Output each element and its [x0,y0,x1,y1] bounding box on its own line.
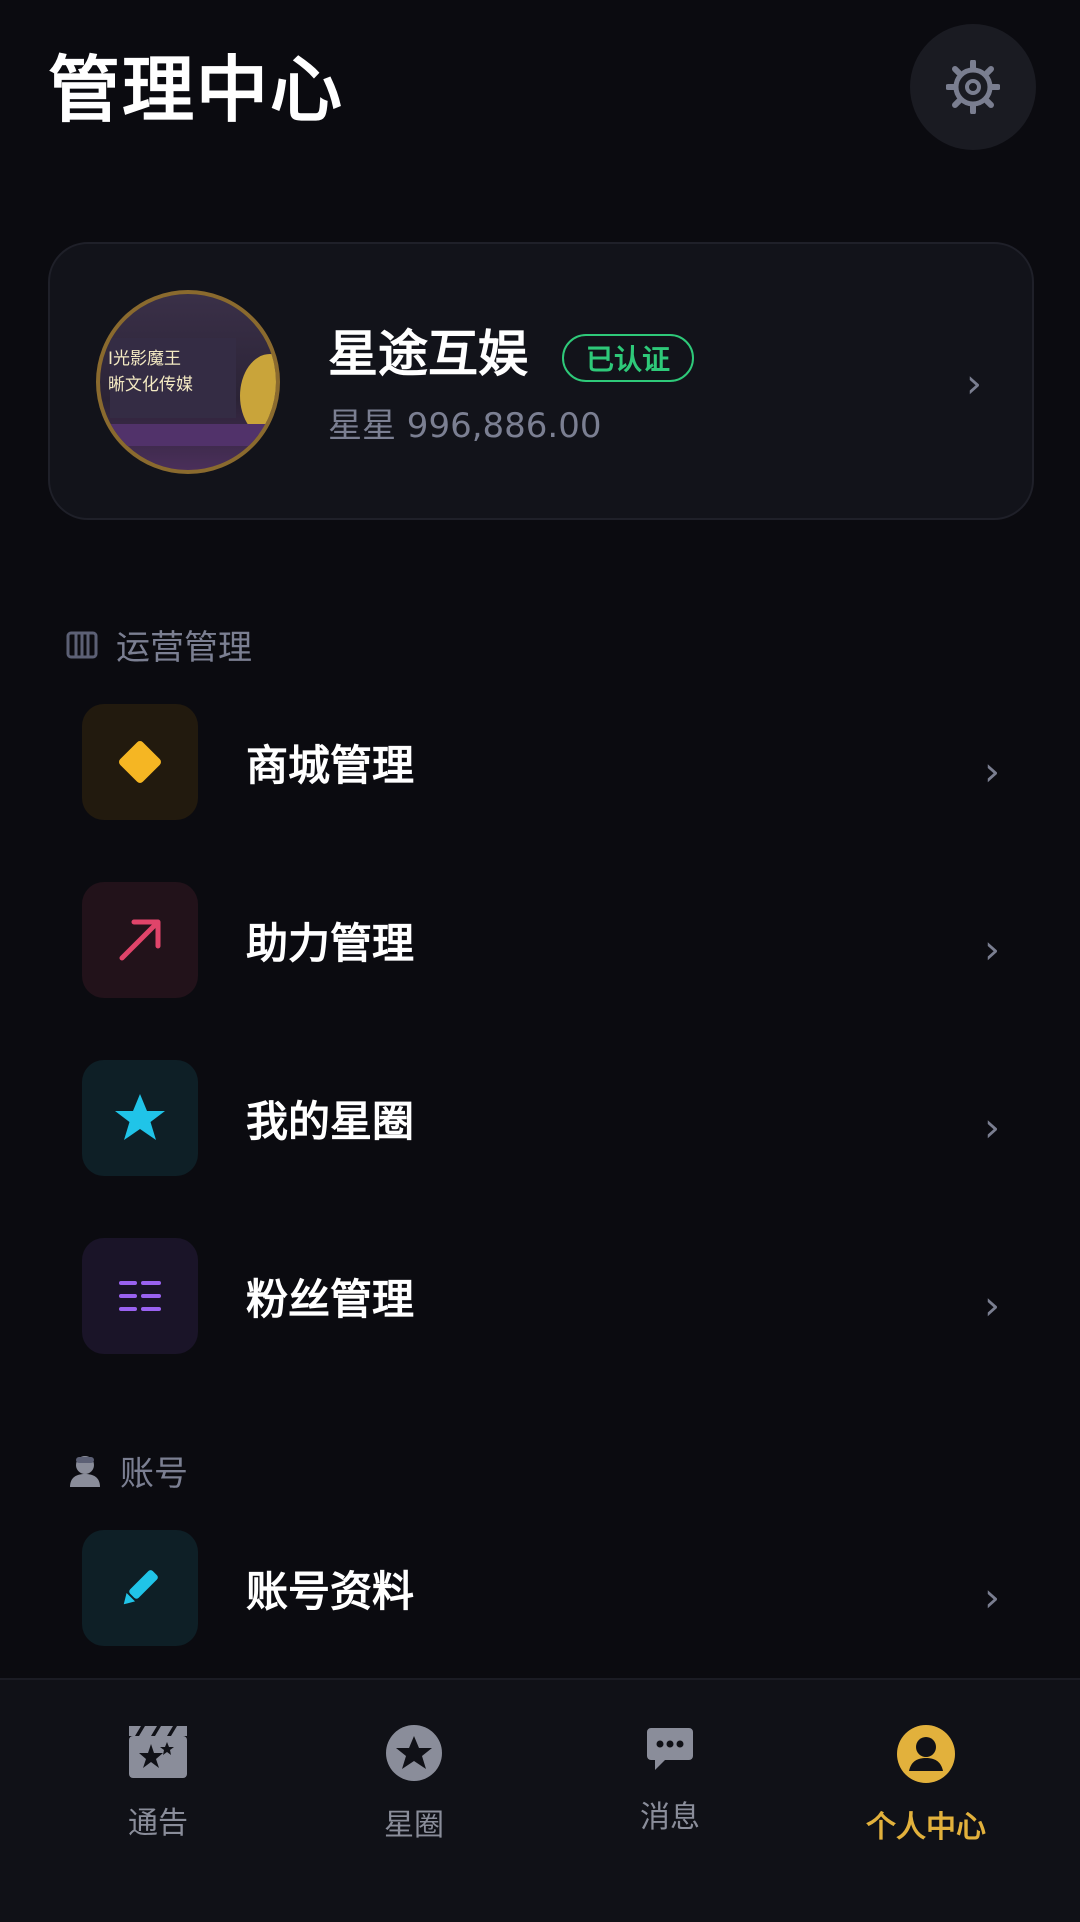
menu-item-label: 助力管理 [246,919,415,968]
star-icon [115,1094,165,1140]
menu-icon-tile [82,1238,198,1354]
tab-profile-center[interactable]: 个人中心 [826,1724,1026,1846]
trend-arrow-icon [119,919,161,961]
profile-name: 星途互娱 [328,325,528,383]
user-icon [70,1455,100,1487]
chevron-right-icon: › [984,1283,1000,1329]
menu-item-label: 我的星圈 [246,1097,415,1146]
pencil-icon [123,1570,158,1605]
gear-icon [946,60,1000,114]
chat-icon [647,1728,693,1770]
section-operations: 运营管理 [66,620,252,669]
menu-item-label: 粉丝管理 [246,1275,415,1324]
section-account: 账号 [68,1446,188,1495]
menu-item-label: 商城管理 [246,741,415,790]
list-icon [119,1281,161,1311]
diamond-icon [119,741,161,783]
chevron-right-icon: › [984,749,1000,795]
balance-text: 星星 996,886.00 [328,406,602,446]
chevron-right-icon: › [984,927,1000,973]
page-title: 管理中心 [48,48,345,132]
menu-item-label: 账号资料 [246,1567,415,1616]
menu-icon-tile [82,1060,198,1176]
menu-icon-tile [82,882,198,998]
section-label: 运营管理 [116,628,252,668]
tab-star-circle[interactable]: 星圈 [314,1724,514,1844]
verified-badge: 已认证 [562,334,695,382]
user-circle-icon [897,1725,955,1783]
tab-messages[interactable]: 消息 [570,1724,770,1836]
settings-button[interactable] [910,24,1036,150]
avatar-text: I光影魔王 [108,349,182,369]
tab-label: 通告 [128,1806,188,1841]
menu-icon-tile [82,1530,198,1646]
chevron-right-icon: › [984,1105,1000,1151]
star-circle-icon [386,1725,442,1781]
menu-icon-tile [82,704,198,820]
tab-label: 个人中心 [866,1810,986,1845]
section-label: 账号 [120,1454,188,1494]
avatar-text: 晰文化传媒 [108,375,193,395]
chevron-right-icon: › [984,1575,1000,1621]
columns-icon [66,631,98,658]
tab-announcements[interactable]: 通告 [58,1724,258,1842]
chevron-right-icon: › [966,361,982,407]
tab-label: 消息 [640,1800,700,1835]
tab-label: 星圈 [384,1808,444,1843]
avatar: I光影魔王 晰文化传媒 [96,290,280,474]
clapperboard-icon [129,1726,187,1778]
